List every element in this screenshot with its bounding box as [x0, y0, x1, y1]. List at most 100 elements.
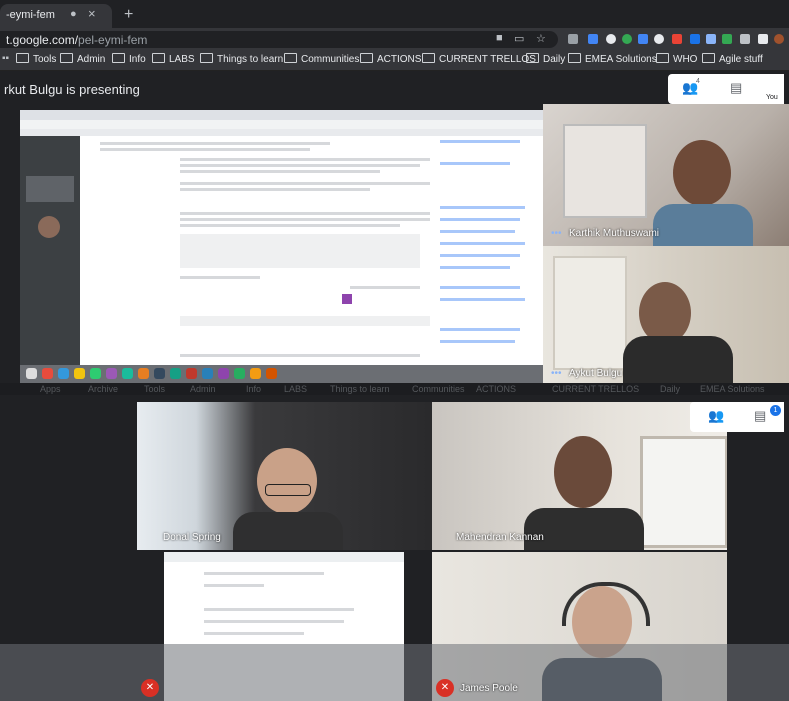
- extension-icon[interactable]: [722, 34, 732, 44]
- participant-name: Aykut Bulgu: [569, 368, 623, 379]
- participant-shirt: [623, 336, 733, 383]
- folder-icon: [284, 53, 297, 63]
- dock-app-icon: [154, 368, 165, 379]
- ghost-bookmark: EMEA Solutions: [700, 384, 765, 394]
- new-tab-button[interactable]: +: [124, 6, 133, 24]
- address-bar[interactable]: t.google.com/pel-eymi-fem ■ ▭ ☆: [0, 31, 558, 48]
- bookmark-folder[interactable]: Things to learn: [200, 53, 283, 65]
- audio-icon[interactable]: ●: [70, 8, 77, 20]
- folder-icon: [568, 53, 581, 63]
- dock-app-icon: [250, 368, 261, 379]
- ghost-bookmark: Admin: [190, 384, 216, 394]
- ghost-bookmark: Daily: [660, 384, 681, 394]
- bookmark-folder[interactable]: CURRENT TRELLOS: [422, 53, 536, 65]
- extension-icon[interactable]: [706, 34, 716, 44]
- chat-icon[interactable]: ▤: [754, 408, 766, 424]
- bookmark-folder[interactable]: WHO: [656, 53, 697, 65]
- bookmark-folder[interactable]: Tools: [16, 53, 56, 65]
- shared-page-content: [80, 136, 545, 365]
- bookmark-folder[interactable]: LABS: [152, 53, 195, 65]
- bookmark-folder[interactable]: ACTIONS: [360, 53, 421, 65]
- text-line: [180, 224, 400, 227]
- mic-off-icon: ✕: [436, 679, 454, 697]
- extension-icon[interactable]: [606, 34, 616, 44]
- bookmark-folder[interactable]: Admin: [60, 53, 105, 65]
- people-icon[interactable]: 👥: [708, 408, 724, 424]
- more-options-icon[interactable]: •••: [551, 228, 562, 239]
- participant-tile[interactable]: ••• Karthik Muthuswami: [543, 104, 789, 246]
- participant-name: Donal Spring: [163, 532, 221, 543]
- extension-icon[interactable]: [672, 34, 682, 44]
- code-block: [180, 316, 430, 326]
- link-line: [440, 254, 520, 257]
- shared-tab-strip: [20, 110, 545, 120]
- extension-icon[interactable]: [690, 34, 700, 44]
- tab-strip: -eymi-fem ● × +: [0, 0, 789, 28]
- dock-app-icon: [234, 368, 245, 379]
- ghost-bookmark: Archive: [88, 384, 119, 394]
- bookmark-folder[interactable]: Info: [112, 53, 146, 65]
- extension-icon[interactable]: [622, 34, 632, 44]
- shared-toolbar: [164, 552, 404, 562]
- chat-badge: 1: [770, 405, 781, 416]
- participant-face: [257, 448, 317, 514]
- text-line: [100, 142, 330, 145]
- bookmark-star-icon[interactable]: ☆: [536, 32, 546, 45]
- shared-thumbnail: [26, 176, 74, 202]
- participant-shirt: [233, 512, 343, 550]
- link-line: [440, 340, 515, 343]
- apps-icon[interactable]: ▪▪: [2, 53, 9, 64]
- ghost-bookmark: CURRENT TRELLOS: [552, 384, 640, 394]
- bookmark-folder[interactable]: EMEA Solutions: [568, 53, 657, 65]
- mic-off-icon: ✕: [141, 679, 159, 697]
- folder-icon: [60, 53, 73, 63]
- avatar[interactable]: [774, 34, 784, 44]
- dock-app-icon: [218, 368, 229, 379]
- text-line: [180, 276, 260, 279]
- participant-tile[interactable]: Mahendran Kannan: [432, 402, 727, 550]
- extension-icon[interactable]: [740, 34, 750, 44]
- participant-face: [673, 140, 731, 206]
- glasses: [265, 484, 311, 496]
- ghost-bookmark: ACTIONS: [476, 384, 517, 394]
- participant-shirt: [524, 508, 644, 550]
- dock-app-icon: [58, 368, 69, 379]
- text-line: [100, 148, 310, 151]
- tab-title: -eymi-fem: [6, 9, 55, 21]
- text-line: [180, 188, 370, 191]
- extension-icon[interactable]: [568, 34, 578, 44]
- text-line: [180, 354, 420, 357]
- more-options-icon[interactable]: •••: [551, 368, 562, 379]
- tab-close-icon[interactable]: ×: [88, 6, 96, 21]
- dock-app-icon: [186, 368, 197, 379]
- folder-icon: [702, 53, 715, 63]
- extension-icon[interactable]: [588, 34, 598, 44]
- camera-indicator-icon[interactable]: ■: [496, 32, 503, 44]
- participant-tile[interactable]: ••• Aykut Bulgu: [543, 246, 789, 383]
- text-line: [180, 158, 430, 161]
- link-line: [440, 206, 525, 209]
- people-count: 4: [696, 78, 700, 85]
- shared-screen: [20, 110, 545, 365]
- shared-meet-sidebar: [20, 136, 80, 365]
- browser-tab[interactable]: -eymi-fem ● ×: [0, 4, 112, 28]
- dock-app-icon: [202, 368, 213, 379]
- dock-app-icon: [170, 368, 181, 379]
- bookmark-folder[interactable]: Agile stuff: [702, 53, 763, 65]
- bookmark-folder[interactable]: Daily: [526, 53, 565, 65]
- meeting-bottom-bar: [0, 644, 789, 701]
- shared-address-bar: [20, 120, 545, 129]
- extension-icon[interactable]: [638, 34, 648, 44]
- puzzle-icon[interactable]: [758, 34, 768, 44]
- participant-tile[interactable]: Donal Spring: [137, 402, 432, 550]
- headphones: [562, 582, 650, 626]
- chat-icon[interactable]: ▤: [730, 80, 742, 96]
- cast-icon[interactable]: ▭: [514, 32, 524, 45]
- extension-icon[interactable]: [654, 34, 664, 44]
- participant-name: Karthik Muthuswami: [569, 228, 660, 239]
- ghost-bookmark: Communities: [412, 384, 465, 394]
- text-line: [180, 164, 420, 167]
- bookmark-folder[interactable]: Communities: [284, 53, 359, 65]
- text-line: [204, 572, 324, 575]
- link-line: [440, 242, 525, 245]
